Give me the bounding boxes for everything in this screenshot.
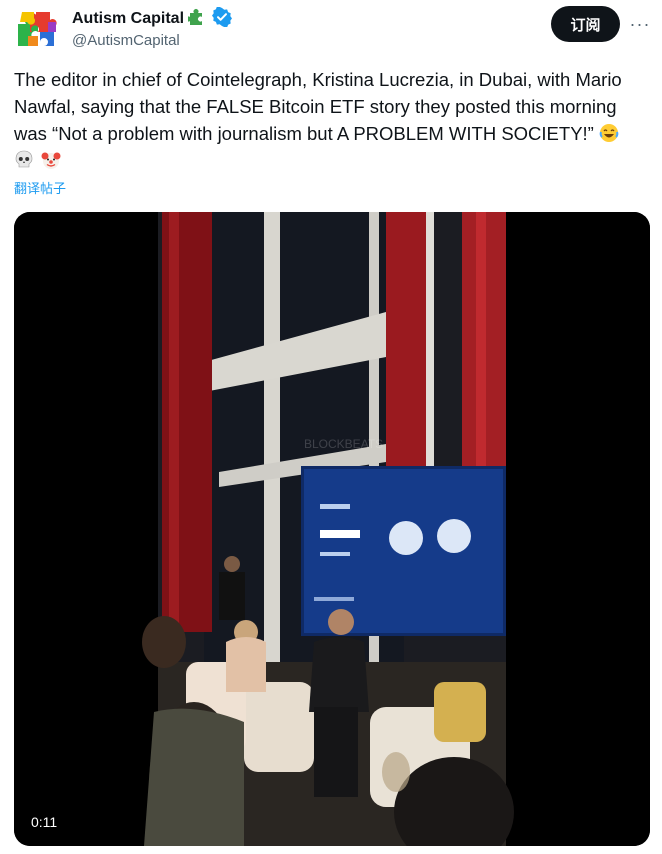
video-player[interactable]: BLOCKBEATS 0:11 bbox=[14, 212, 650, 846]
subscribe-button[interactable]: 订阅 bbox=[551, 6, 620, 42]
clown-emoji bbox=[41, 150, 61, 170]
translate-post-link[interactable]: 翻译帖子 bbox=[14, 178, 66, 197]
tweet-card: Autism Capital @AutismCapital 订阅 ··· The… bbox=[0, 0, 662, 854]
tweet-body: The editor in chief of Cointelegraph, Kr… bbox=[14, 69, 622, 144]
avatar[interactable] bbox=[14, 8, 60, 50]
video-watermark: BLOCKBEATS bbox=[304, 437, 383, 451]
puzzle-piece-icon bbox=[186, 7, 208, 32]
author-display-name[interactable]: Autism Capital bbox=[72, 10, 184, 28]
verified-badge-icon bbox=[212, 6, 233, 32]
video-frame: BLOCKBEATS bbox=[14, 212, 650, 846]
video-timestamp: 0:11 bbox=[26, 812, 63, 832]
skull-emoji bbox=[14, 150, 34, 170]
tweet-text: The editor in chief of Cointelegraph, Kr… bbox=[14, 66, 644, 174]
author-handle[interactable]: @AutismCapital bbox=[72, 32, 180, 49]
more-options-button[interactable]: ··· bbox=[628, 12, 652, 36]
author-name-row: Autism Capital bbox=[72, 6, 233, 32]
laughing-crying-emoji bbox=[599, 123, 619, 143]
